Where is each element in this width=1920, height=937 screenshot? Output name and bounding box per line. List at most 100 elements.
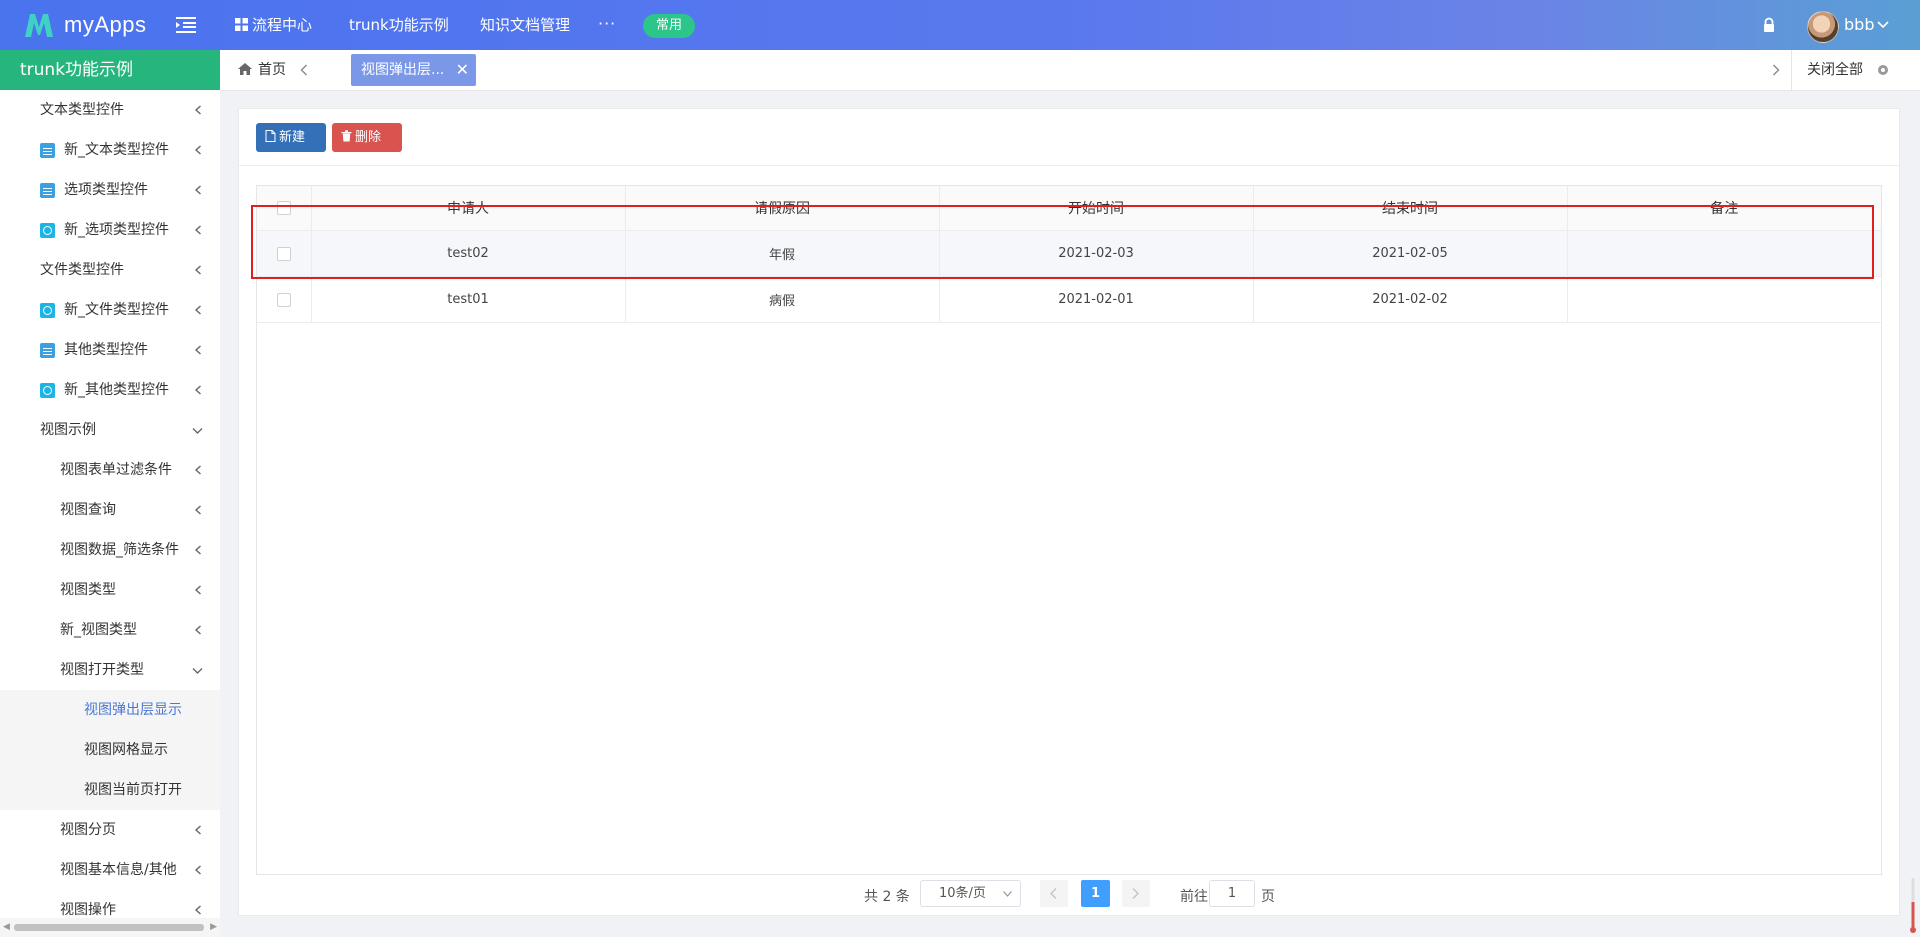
chevron-right-icon bbox=[1132, 888, 1139, 899]
cell-start-time[interactable]: 2021-02-03 bbox=[939, 230, 1254, 277]
chevron-left-icon bbox=[194, 585, 201, 595]
row-checkbox[interactable] bbox=[276, 292, 291, 307]
sidebar-item[interactable]: 其他类型控件 bbox=[0, 330, 220, 370]
sidebar-item[interactable]: 选项类型控件 bbox=[0, 170, 220, 210]
cell-reason[interactable]: 年假 bbox=[625, 230, 940, 277]
chevron-left-icon bbox=[1050, 888, 1057, 899]
sidebar-item[interactable]: 新_文本类型控件 bbox=[0, 130, 220, 170]
close-all-tabs-button[interactable]: 关闭全部 bbox=[1807, 50, 1863, 90]
chevron-left-icon bbox=[194, 545, 201, 555]
tab-home[interactable]: 首页 bbox=[238, 50, 286, 90]
column-header-applicant[interactable]: 申请人 bbox=[311, 186, 626, 231]
row-checkbox[interactable] bbox=[276, 246, 291, 261]
table-row[interactable]: test01 病假 2021-02-01 2021-02-02 bbox=[257, 276, 1881, 323]
nav-item-process-center[interactable]: 流程中心 bbox=[235, 0, 312, 50]
nav-more-button[interactable]: ··· bbox=[598, 14, 616, 34]
scroll-left-icon[interactable]: ◀ bbox=[3, 923, 10, 932]
form-icon bbox=[40, 303, 55, 318]
chevron-down-icon[interactable] bbox=[1877, 20, 1889, 30]
sidebar-item-label: 视图操作 bbox=[60, 902, 116, 918]
nav-item-trunk-demo[interactable]: trunk功能示例 bbox=[349, 0, 449, 50]
cell-note[interactable] bbox=[1567, 276, 1881, 323]
sidebar-item[interactable]: 文本类型控件 bbox=[0, 90, 220, 130]
cell-start-time[interactable]: 2021-02-01 bbox=[939, 276, 1254, 323]
cell-applicant[interactable]: test01 bbox=[311, 276, 626, 323]
goto-page-input[interactable]: 1 bbox=[1209, 880, 1255, 907]
column-header-reason[interactable]: 请假原因 bbox=[625, 186, 940, 231]
column-header-note[interactable]: 备注 bbox=[1567, 186, 1881, 231]
app-logo[interactable]: myApps bbox=[22, 8, 146, 42]
chevron-left-icon[interactable] bbox=[300, 64, 308, 76]
sidebar-item[interactable]: 新_其他类型控件 bbox=[0, 370, 220, 410]
sidebar-item[interactable]: 视图网格显示 bbox=[0, 730, 220, 770]
delete-button[interactable]: 删除 bbox=[332, 123, 402, 152]
sidebar-item[interactable]: 视图查询 bbox=[0, 490, 220, 530]
sidebar-item[interactable]: 视图打开类型 bbox=[0, 650, 220, 690]
sidebar-item-label: 新_文件类型控件 bbox=[64, 302, 169, 318]
cell-end-time[interactable]: 2021-02-02 bbox=[1253, 276, 1568, 323]
grid-icon bbox=[235, 18, 248, 31]
select-all-cell bbox=[257, 186, 312, 231]
page-label: 页 bbox=[1261, 889, 1275, 905]
page-size-select[interactable]: 10条/页 bbox=[920, 880, 1021, 907]
document-icon bbox=[40, 143, 55, 158]
sidebar-item-label: 视图数据_筛选条件 bbox=[60, 542, 179, 558]
form-icon bbox=[40, 383, 55, 398]
cell-end-time[interactable]: 2021-02-05 bbox=[1253, 230, 1568, 277]
sidebar-item[interactable]: 视图弹出层显示 bbox=[0, 690, 220, 730]
data-table: 申请人 请假原因 开始时间 结束时间 备注 test02 年假 2021-02-… bbox=[256, 185, 1882, 875]
sidebar-item[interactable]: 文件类型控件 bbox=[0, 250, 220, 290]
chevron-right-icon[interactable] bbox=[1772, 64, 1780, 76]
new-button-label: 新建 bbox=[279, 130, 306, 145]
chevron-left-icon bbox=[194, 185, 201, 195]
next-page-button[interactable] bbox=[1122, 880, 1150, 907]
sidebar-item[interactable]: 新_文件类型控件 bbox=[0, 290, 220, 330]
sidebar-item-label: 选项类型控件 bbox=[64, 182, 148, 198]
username[interactable]: bbb bbox=[1844, 0, 1874, 50]
tab-view-popup[interactable]: 视图弹出层... ✕ bbox=[351, 54, 476, 86]
cell-reason[interactable]: 病假 bbox=[625, 276, 940, 323]
divider bbox=[1791, 50, 1792, 90]
gear-icon[interactable] bbox=[1877, 64, 1889, 76]
row-select-cell bbox=[257, 276, 312, 323]
scroll-right-icon[interactable]: ▶ bbox=[210, 923, 217, 932]
tab-home-label: 首页 bbox=[258, 62, 286, 78]
sidebar-item[interactable]: 视图示例 bbox=[0, 410, 220, 450]
sidebar-item[interactable]: 视图数据_筛选条件 bbox=[0, 530, 220, 570]
select-all-checkbox[interactable] bbox=[276, 201, 291, 215]
chevron-left-icon bbox=[194, 385, 201, 395]
sidebar-item[interactable]: 视图表单过滤条件 bbox=[0, 450, 220, 490]
sidebar-item[interactable]: 视图当前页打开 bbox=[0, 770, 220, 810]
sidebar-item-label: 文本类型控件 bbox=[40, 102, 124, 118]
new-button[interactable]: 新建 bbox=[256, 123, 326, 152]
nav-item-label: 流程中心 bbox=[252, 16, 313, 34]
sidebar-item-label: 视图弹出层显示 bbox=[84, 702, 182, 718]
table-row[interactable]: test02 年假 2021-02-03 2021-02-05 bbox=[257, 230, 1881, 277]
lock-icon[interactable] bbox=[1762, 17, 1776, 33]
sidebar-item[interactable]: 视图类型 bbox=[0, 570, 220, 610]
prev-page-button[interactable] bbox=[1040, 880, 1068, 907]
chevron-left-icon bbox=[194, 225, 201, 235]
chevron-left-icon bbox=[194, 305, 201, 315]
trash-icon bbox=[341, 130, 352, 142]
cell-applicant[interactable]: test02 bbox=[311, 230, 626, 277]
favorites-pill-button[interactable]: 常用 bbox=[643, 14, 696, 38]
sidebar-item-label: 新_文本类型控件 bbox=[64, 142, 169, 158]
sidebar-item[interactable]: 视图分页 bbox=[0, 810, 220, 850]
sidebar-item-label: 新_选项类型控件 bbox=[64, 222, 169, 238]
sidebar-item[interactable]: 视图基本信息/其他 bbox=[0, 850, 220, 890]
document-icon bbox=[40, 343, 55, 358]
sidebar-item[interactable]: 新_选项类型控件 bbox=[0, 210, 220, 250]
user-avatar[interactable] bbox=[1807, 11, 1839, 43]
column-header-start-time[interactable]: 开始时间 bbox=[939, 186, 1254, 231]
sidebar-item-label: 视图表单过滤条件 bbox=[60, 462, 172, 478]
current-page-button[interactable]: 1 bbox=[1081, 880, 1110, 907]
menu-toggle-icon[interactable] bbox=[176, 16, 196, 34]
cell-note[interactable] bbox=[1567, 230, 1881, 277]
close-icon[interactable]: ✕ bbox=[456, 54, 469, 86]
column-header-end-time[interactable]: 结束时间 bbox=[1253, 186, 1568, 231]
sidebar-item[interactable]: 新_视图类型 bbox=[0, 610, 220, 650]
scrollbar-thumb[interactable] bbox=[14, 924, 204, 931]
nav-item-knowledge-docs[interactable]: 知识文档管理 bbox=[480, 0, 570, 50]
sidebar-horizontal-scrollbar[interactable]: ◀ ▶ bbox=[0, 918, 220, 937]
